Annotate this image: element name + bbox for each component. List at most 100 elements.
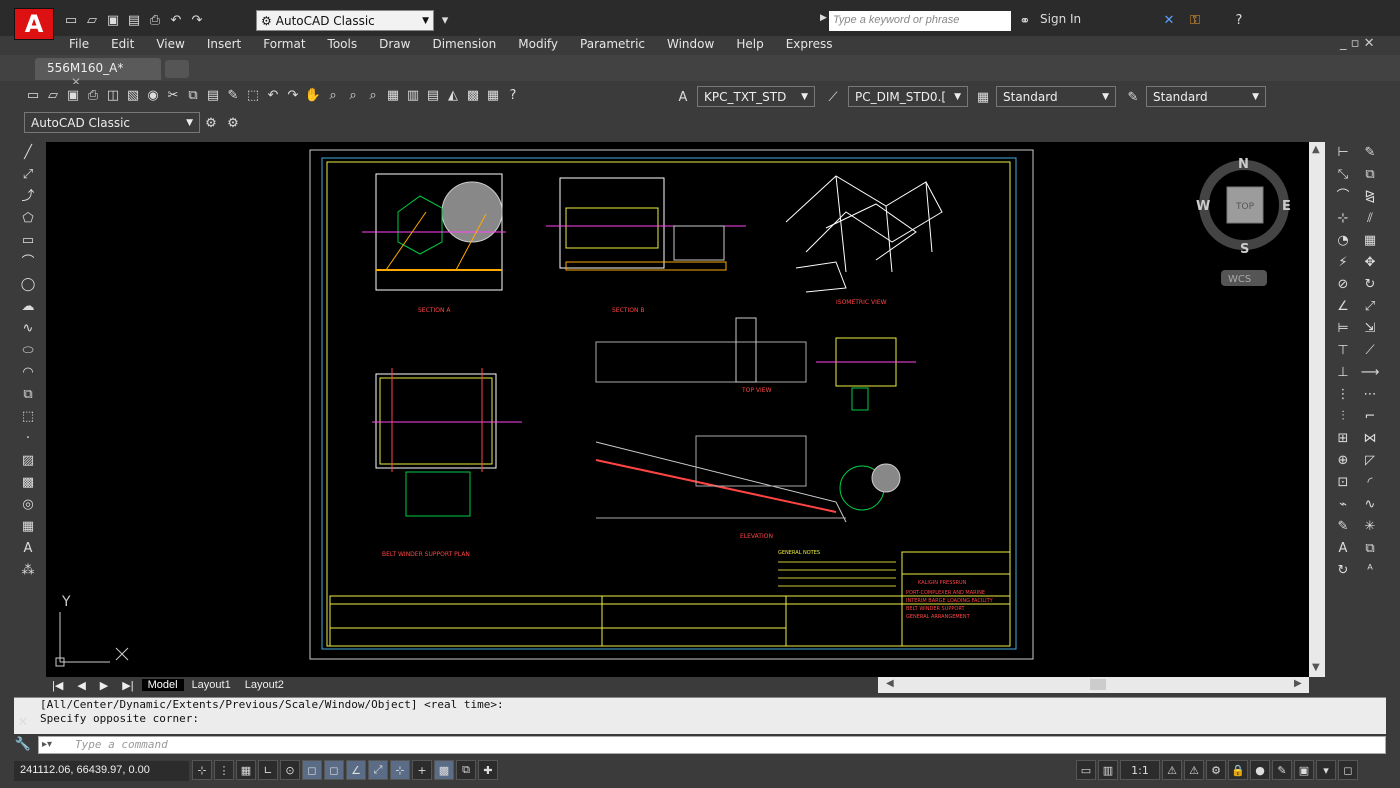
undo-icon[interactable]: ↶ xyxy=(167,11,185,29)
menu-format[interactable]: Format xyxy=(252,35,316,55)
auto-scale-icon[interactable]: ⚠ xyxy=(1184,760,1204,780)
arc-length-icon[interactable]: ⌒ xyxy=(1334,186,1352,206)
infer-constraints-icon[interactable]: ⊹ xyxy=(192,760,212,780)
dim-update-icon[interactable]: ↻ xyxy=(1334,560,1352,580)
new-icon[interactable]: ▭ xyxy=(62,11,80,29)
save-as-icon[interactable]: ▤ xyxy=(125,11,143,29)
offset-icon[interactable]: ⫽ xyxy=(1361,208,1379,228)
compass-east[interactable]: E xyxy=(1282,199,1291,214)
sign-in-button[interactable]: Sign In xyxy=(1040,12,1081,26)
menu-tools[interactable]: Tools xyxy=(317,35,369,55)
calculator-icon[interactable]: ▦ xyxy=(484,86,502,104)
prev-layout-icon[interactable]: ◀ xyxy=(71,679,91,692)
menu-parametric[interactable]: Parametric xyxy=(569,35,656,55)
ortho-mode-icon[interactable]: ∟ xyxy=(258,760,278,780)
snap-mode-icon[interactable]: ⋮ xyxy=(214,760,234,780)
object-snap-icon[interactable]: ◻ xyxy=(302,760,322,780)
preview-icon[interactable]: ◫ xyxy=(104,86,122,104)
expand-search-icon[interactable]: ▶ xyxy=(820,13,827,23)
workspace-settings-icon[interactable]: ⚙ xyxy=(202,114,220,132)
dim-space-icon[interactable]: ⋮ xyxy=(1334,384,1352,404)
command-input[interactable]: Type a command xyxy=(38,736,1386,754)
match-properties-icon[interactable]: ✎ xyxy=(224,86,242,104)
ellipse-arc-icon[interactable]: ◠ xyxy=(19,362,37,382)
tolerance-icon[interactable]: ⊞ xyxy=(1334,428,1352,448)
help-icon[interactable]: ? xyxy=(504,86,522,104)
menu-insert[interactable]: Insert xyxy=(196,35,252,55)
multiline-text-icon[interactable]: A xyxy=(19,538,37,558)
scroll-up-icon[interactable]: ▲ xyxy=(1312,144,1320,155)
horizontal-scrollbar[interactable]: ◀ ▶ xyxy=(878,677,1309,693)
ordinate-icon[interactable]: ⊹ xyxy=(1334,208,1352,228)
quick-properties-icon[interactable]: ⧉ xyxy=(456,760,476,780)
lineweight-icon[interactable]: + xyxy=(412,760,432,780)
isolate-objects-icon[interactable]: ✎ xyxy=(1272,760,1292,780)
qnew-icon[interactable]: ▭ xyxy=(24,86,42,104)
mirror-icon[interactable]: ⧎ xyxy=(1361,186,1379,206)
continue-icon[interactable]: ⊥ xyxy=(1334,362,1352,382)
menu-edit[interactable]: Edit xyxy=(100,35,145,55)
pan-icon[interactable]: ✋ xyxy=(304,86,322,104)
copy-icon[interactable]: ⧉ xyxy=(184,86,202,104)
spline-icon[interactable]: ∿ xyxy=(19,318,37,338)
array-icon[interactable]: ▦ xyxy=(1361,230,1379,250)
new-tab-button[interactable] xyxy=(165,60,189,78)
text-style-select[interactable]: KPC_TXT_STD ▼ xyxy=(697,86,815,107)
first-layout-icon[interactable]: |◀ xyxy=(46,679,69,692)
undo-icon[interactable]: ↶ xyxy=(264,86,282,104)
plot-icon[interactable]: ⎙ xyxy=(84,86,102,104)
autodesk-360-icon[interactable]: ⚿ xyxy=(1186,11,1204,29)
center-mark-icon[interactable]: ⊕ xyxy=(1334,450,1352,470)
explode-icon[interactable]: ✳ xyxy=(1361,516,1379,536)
point-icon[interactable]: · xyxy=(19,428,37,448)
tool-palettes-icon[interactable]: ▤ xyxy=(424,86,442,104)
document-tab[interactable]: 556M160_A* ✕ xyxy=(35,58,161,89)
blend-icon[interactable]: ∿ xyxy=(1361,494,1379,514)
hatch-icon[interactable]: ▨ xyxy=(19,450,37,470)
revision-cloud-icon[interactable]: ☁ xyxy=(19,296,37,316)
exchange-icon[interactable]: ✕ xyxy=(1160,11,1178,29)
workspace-save-icon[interactable]: ⚙ xyxy=(224,114,242,132)
aligned-dim-icon[interactable]: ⤡ xyxy=(1334,164,1352,184)
rectangle-icon[interactable]: ▭ xyxy=(19,230,37,250)
save-icon[interactable]: ▣ xyxy=(64,86,82,104)
table-icon[interactable]: ▦ xyxy=(19,516,37,536)
dim-style-select[interactable]: PC_DIM_STD0.[▼ xyxy=(848,86,968,107)
jogged-icon[interactable]: ⚡ xyxy=(1334,252,1352,272)
text-scale-icon[interactable]: ᴬ xyxy=(1361,560,1379,580)
diameter-icon[interactable]: ⊘ xyxy=(1334,274,1352,294)
workspace-select[interactable]: AutoCAD Classic ▼ xyxy=(24,112,200,133)
transparency-icon[interactable]: ▩ xyxy=(434,760,454,780)
fillet-icon[interactable]: ◜ xyxy=(1361,472,1379,492)
menu-file[interactable]: File xyxy=(58,35,100,55)
menu-view[interactable]: View xyxy=(145,35,195,55)
dim-break-icon[interactable]: ⫶ xyxy=(1334,406,1352,426)
dynamic-input-icon[interactable]: ⊹ xyxy=(390,760,410,780)
clean-screen-icon[interactable]: ▣ xyxy=(1294,760,1314,780)
move-icon[interactable]: ✥ xyxy=(1361,252,1379,272)
multileader-style-select[interactable]: Standard ▼ xyxy=(1146,86,1266,107)
tab-layout2[interactable]: Layout2 xyxy=(239,679,290,691)
tab-model[interactable]: Model xyxy=(141,679,184,691)
open-icon[interactable]: ▱ xyxy=(44,86,62,104)
menu-express[interactable]: Express xyxy=(775,35,844,55)
paste-icon[interactable]: ▤ xyxy=(204,86,222,104)
break-point-icon[interactable]: ⋯ xyxy=(1361,384,1379,404)
plot-icon[interactable]: ⎙ xyxy=(146,11,164,29)
angular-icon[interactable]: ∠ xyxy=(1334,296,1352,316)
add-selected-icon[interactable]: ⁂ xyxy=(19,560,37,580)
save-icon[interactable]: ▣ xyxy=(104,11,122,29)
jogged-linear-icon[interactable]: ⌁ xyxy=(1334,494,1352,514)
dim-text-edit-icon[interactable]: A xyxy=(1334,538,1352,558)
grid-display-icon[interactable]: ▦ xyxy=(236,760,256,780)
vertical-scrollbar[interactable]: ▲ ▼ xyxy=(1309,142,1325,677)
status-menu-icon[interactable]: ▾ xyxy=(1316,760,1336,780)
zoom-realtime-icon[interactable]: ⌕ xyxy=(324,86,342,104)
radius-icon[interactable]: ◔ xyxy=(1334,230,1352,250)
menu-modify[interactable]: Modify xyxy=(507,35,569,55)
table-style-select[interactable]: Standard ▼ xyxy=(996,86,1116,107)
quick-view-layouts-icon[interactable]: ▥ xyxy=(1098,760,1118,780)
redo-icon[interactable]: ↷ xyxy=(284,86,302,104)
customize-qat-icon[interactable]: ▾ xyxy=(436,11,454,29)
viewcube[interactable]: TOP N S E W WCS xyxy=(1196,157,1291,286)
